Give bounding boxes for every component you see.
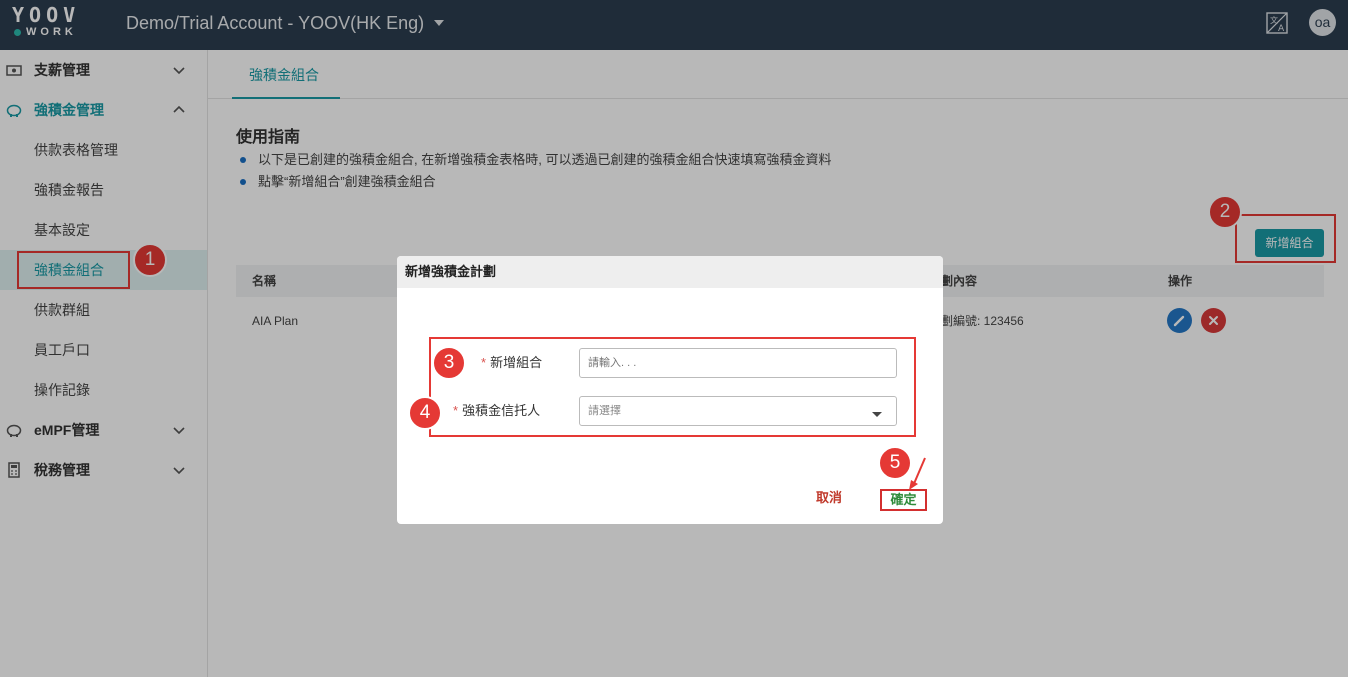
dialog-header: 新增強積金計劃 bbox=[397, 256, 943, 288]
dialog-title: 新增強積金計劃 bbox=[405, 264, 497, 279]
annotation-step-3: 3 bbox=[432, 346, 466, 380]
cancel-button[interactable]: 取消 bbox=[816, 490, 842, 506]
confirm-button[interactable]: 確定 bbox=[880, 489, 927, 511]
annotation-box-form bbox=[429, 337, 916, 437]
add-mpf-plan-dialog: 新增強積金計劃 *新增組合 *強積金信托人 請選擇 取消 確定 3 4 5 bbox=[397, 256, 943, 524]
annotation-step-4: 4 bbox=[408, 396, 442, 430]
annotation-arrow-icon bbox=[909, 457, 926, 490]
